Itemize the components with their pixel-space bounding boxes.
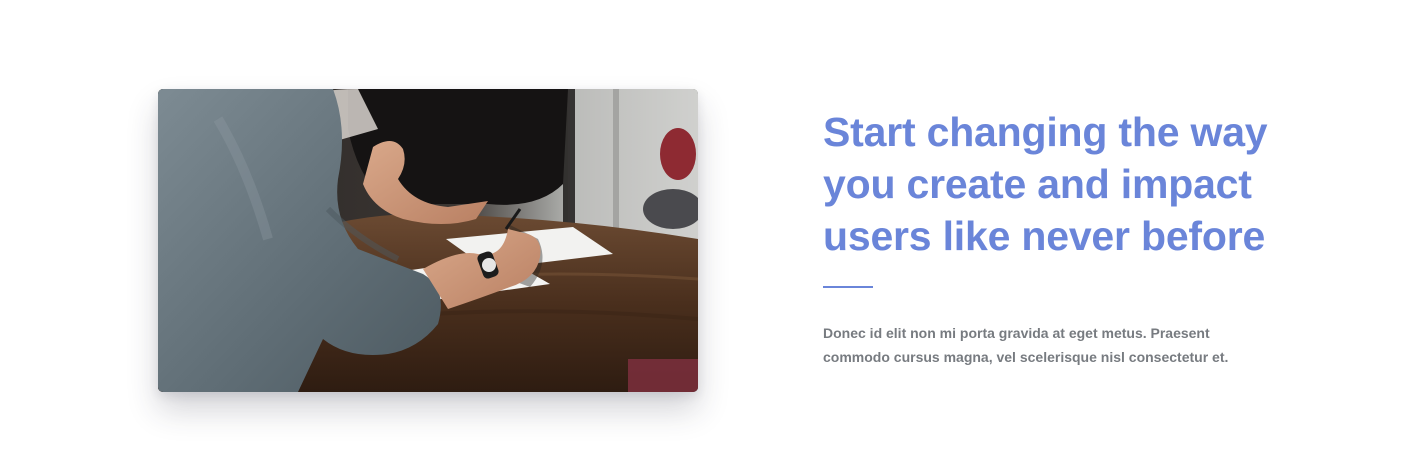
headline-divider (823, 286, 873, 288)
feature-section: Start changing the way you create and im… (0, 0, 1425, 468)
meeting-photo-image (158, 89, 698, 392)
feature-text: Start changing the way you create and im… (823, 106, 1293, 369)
headline: Start changing the way you create and im… (823, 109, 1268, 259)
feature-photo (158, 89, 698, 392)
body-text: Donec id elit non mi porta gravida at eg… (823, 325, 1229, 365)
